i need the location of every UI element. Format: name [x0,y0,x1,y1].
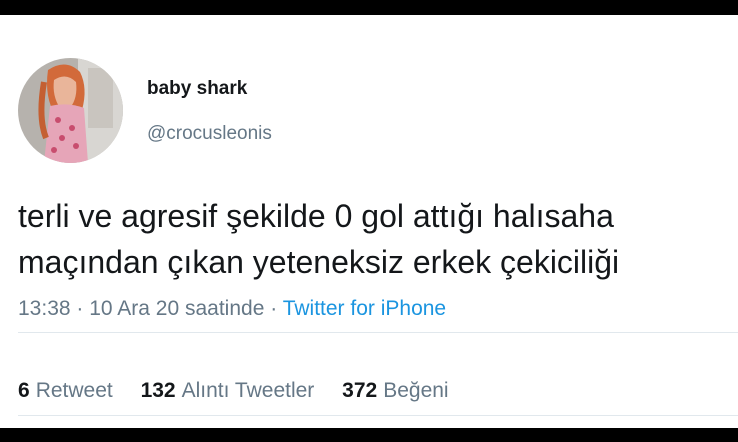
divider [18,415,738,416]
tweet-stats: 6 Retweet 132 Alıntı Tweetler 372 Beğeni [18,379,471,403]
retweets-stat[interactable]: 6 Retweet [18,379,113,402]
tweet-text-line: maçından çıkan yeteneksiz erkek çekicili… [18,244,620,280]
retweets-label: Retweet [35,379,113,402]
avatar[interactable] [18,58,123,163]
user-handle[interactable]: @crocusleonis [147,123,272,145]
tweet-date[interactable]: 10 Ara 20 saatinde [89,297,264,320]
tweet-source-link[interactable]: Twitter for iPhone [283,297,446,320]
likes-stat[interactable]: 372 Beğeni [342,379,448,402]
tweet-card: baby shark @crocusleonis terli ve agresi… [0,15,738,428]
likes-count: 372 [342,379,378,402]
tweet-time[interactable]: 13:38 [18,297,71,320]
tweet-meta: 13:38 · 10 Ara 20 saatinde · Twitter for… [18,297,446,321]
display-name[interactable]: baby shark [147,78,247,100]
likes-label: Beğeni [383,379,449,402]
meta-separator: · [270,297,278,320]
divider [18,332,738,333]
quotes-label: Alıntı Tweetler [181,379,315,402]
quote-tweets-stat[interactable]: 132 Alıntı Tweetler [141,379,315,402]
avatar-photo [18,58,123,163]
quotes-count: 132 [140,379,176,402]
retweets-count: 6 [18,379,30,402]
meta-separator: · [76,297,84,320]
tweet-text: terli ve agresif şekilde 0 gol attığı ha… [18,193,723,285]
tweet-text-line: terli ve agresif şekilde 0 gol attığı ha… [18,198,614,234]
